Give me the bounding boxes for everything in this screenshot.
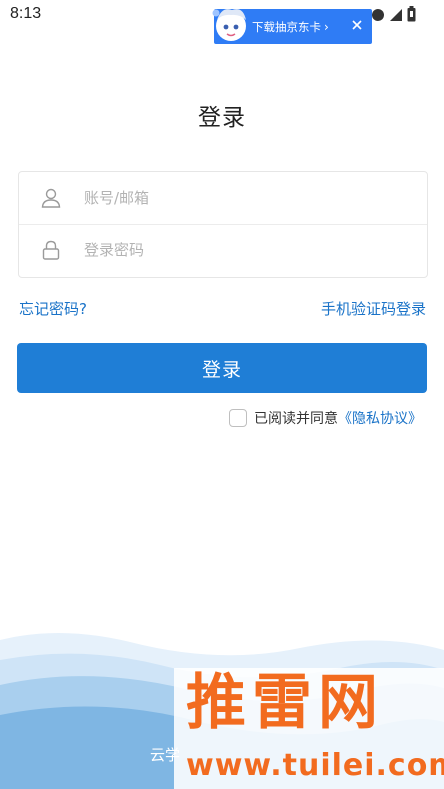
agreement-text: 已阅读并同意 <box>254 411 338 427</box>
agree-checkbox[interactable] <box>229 409 247 427</box>
password-input[interactable] <box>82 240 386 260</box>
promo-text: 下载抽京东卡 <box>252 19 321 34</box>
watermark-title: 推雷网 <box>186 668 384 738</box>
chevron-right-icon: › <box>324 19 329 34</box>
mascot-icon <box>210 4 252 46</box>
privacy-policy-link[interactable]: 《隐私协议》 <box>338 408 422 428</box>
status-time: 8:13 <box>10 5 42 22</box>
account-input[interactable] <box>82 188 386 208</box>
page-title: 登录 <box>198 105 246 131</box>
wifi-icon <box>371 7 385 26</box>
promo-banner[interactable]: 下载抽京东卡 › <box>212 8 372 44</box>
close-icon[interactable] <box>350 17 364 31</box>
password-field-row <box>19 224 427 276</box>
battery-icon <box>407 6 416 26</box>
sms-login-link[interactable]: 手机验证码登录 <box>321 298 426 319</box>
forgot-password-link[interactable]: 忘记密码? <box>19 298 87 319</box>
account-field-row <box>19 172 427 225</box>
login-form <box>18 171 428 278</box>
user-icon <box>40 187 62 209</box>
watermark-url: www.tuilei.com <box>186 748 444 783</box>
status-icons <box>371 6 416 26</box>
agreement-row: 已阅读并同意 《隐私协议》 <box>229 408 422 428</box>
lock-icon <box>40 239 62 261</box>
signal-icon <box>389 7 403 26</box>
login-screen: 8:13 下载抽京东卡 › 登录 账号/邮箱 忘记密码? 手机验证码登录 登录 … <box>0 0 444 789</box>
login-button[interactable]: 登录 <box>17 343 427 393</box>
